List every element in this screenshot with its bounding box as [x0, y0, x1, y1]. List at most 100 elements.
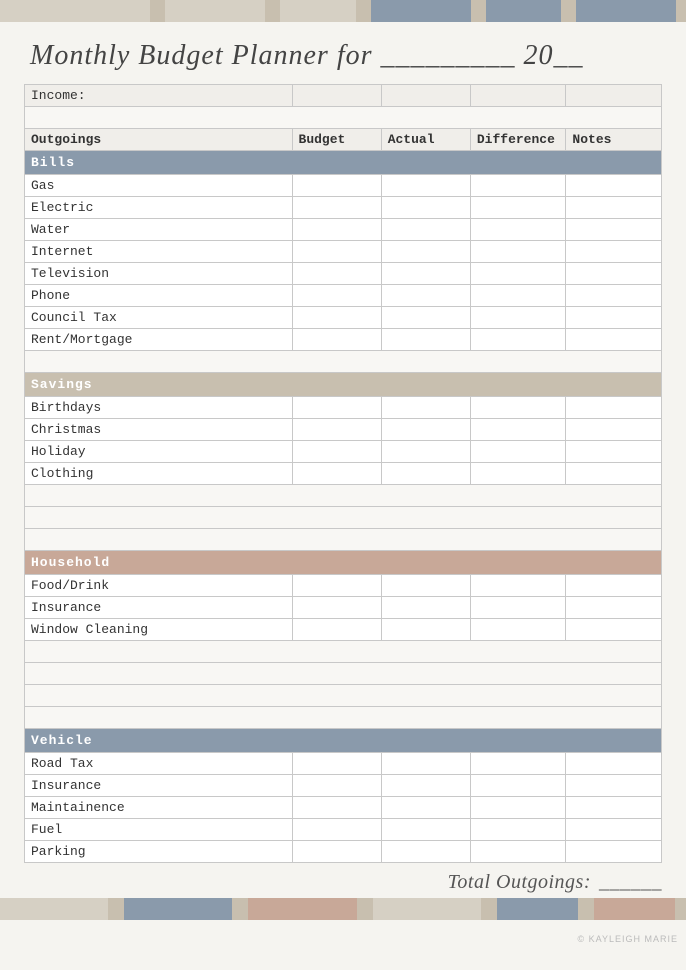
- item-diff[interactable]: [470, 241, 566, 263]
- table-row: Holiday: [25, 441, 662, 463]
- item-notes[interactable]: [566, 397, 662, 419]
- item-budget[interactable]: [292, 419, 381, 441]
- item-actual[interactable]: [381, 197, 470, 219]
- item-diff[interactable]: [470, 819, 566, 841]
- spacer-row: [25, 485, 662, 507]
- item-actual[interactable]: [381, 307, 470, 329]
- item-budget[interactable]: [292, 307, 381, 329]
- spacer-row: [25, 641, 662, 663]
- item-diff[interactable]: [470, 619, 566, 641]
- item-diff[interactable]: [470, 775, 566, 797]
- item-budget[interactable]: [292, 819, 381, 841]
- item-diff[interactable]: [470, 263, 566, 285]
- item-notes[interactable]: [566, 241, 662, 263]
- spacer-row: [25, 529, 662, 551]
- spacer-row: [25, 707, 662, 729]
- item-label: Rent/Mortgage: [25, 329, 293, 351]
- item-notes[interactable]: [566, 329, 662, 351]
- item-notes[interactable]: [566, 197, 662, 219]
- item-notes[interactable]: [566, 419, 662, 441]
- item-notes[interactable]: [566, 285, 662, 307]
- item-budget[interactable]: [292, 197, 381, 219]
- income-diff[interactable]: [470, 85, 566, 107]
- item-notes[interactable]: [566, 819, 662, 841]
- item-diff[interactable]: [470, 175, 566, 197]
- item-diff[interactable]: [470, 307, 566, 329]
- item-diff[interactable]: [470, 219, 566, 241]
- item-budget[interactable]: [292, 753, 381, 775]
- item-label: Maintainence: [25, 797, 293, 819]
- item-actual[interactable]: [381, 329, 470, 351]
- item-diff[interactable]: [470, 597, 566, 619]
- item-actual[interactable]: [381, 285, 470, 307]
- item-diff[interactable]: [470, 841, 566, 863]
- item-actual[interactable]: [381, 397, 470, 419]
- item-actual[interactable]: [381, 597, 470, 619]
- income-actual[interactable]: [381, 85, 470, 107]
- item-budget[interactable]: [292, 797, 381, 819]
- item-actual[interactable]: [381, 753, 470, 775]
- item-actual[interactable]: [381, 619, 470, 641]
- item-diff[interactable]: [470, 285, 566, 307]
- item-budget[interactable]: [292, 329, 381, 351]
- item-actual[interactable]: [381, 819, 470, 841]
- category-household-label: Household: [25, 551, 662, 575]
- item-actual[interactable]: [381, 241, 470, 263]
- item-budget[interactable]: [292, 175, 381, 197]
- item-notes[interactable]: [566, 797, 662, 819]
- item-budget[interactable]: [292, 775, 381, 797]
- item-notes[interactable]: [566, 597, 662, 619]
- item-budget[interactable]: [292, 619, 381, 641]
- item-diff[interactable]: [470, 329, 566, 351]
- item-notes[interactable]: [566, 619, 662, 641]
- item-notes[interactable]: [566, 841, 662, 863]
- table-row: Council Tax: [25, 307, 662, 329]
- item-actual[interactable]: [381, 419, 470, 441]
- item-budget[interactable]: [292, 575, 381, 597]
- table-row: Gas: [25, 175, 662, 197]
- item-notes[interactable]: [566, 219, 662, 241]
- item-diff[interactable]: [470, 753, 566, 775]
- item-budget[interactable]: [292, 263, 381, 285]
- item-budget[interactable]: [292, 441, 381, 463]
- item-actual[interactable]: [381, 263, 470, 285]
- item-diff[interactable]: [470, 463, 566, 485]
- item-diff[interactable]: [470, 397, 566, 419]
- item-actual[interactable]: [381, 841, 470, 863]
- item-actual[interactable]: [381, 175, 470, 197]
- item-notes[interactable]: [566, 175, 662, 197]
- item-label: Christmas: [25, 419, 293, 441]
- item-diff[interactable]: [470, 441, 566, 463]
- item-notes[interactable]: [566, 307, 662, 329]
- item-budget[interactable]: [292, 285, 381, 307]
- item-budget[interactable]: [292, 597, 381, 619]
- item-budget[interactable]: [292, 241, 381, 263]
- item-diff[interactable]: [470, 575, 566, 597]
- item-budget[interactable]: [292, 463, 381, 485]
- item-notes[interactable]: [566, 263, 662, 285]
- item-actual[interactable]: [381, 775, 470, 797]
- item-budget[interactable]: [292, 841, 381, 863]
- item-label: Insurance: [25, 597, 293, 619]
- item-notes[interactable]: [566, 753, 662, 775]
- item-notes[interactable]: [566, 775, 662, 797]
- item-notes[interactable]: [566, 463, 662, 485]
- item-notes[interactable]: [566, 575, 662, 597]
- item-diff[interactable]: [470, 419, 566, 441]
- item-actual[interactable]: [381, 219, 470, 241]
- income-notes[interactable]: [566, 85, 662, 107]
- item-diff[interactable]: [470, 797, 566, 819]
- item-actual[interactable]: [381, 441, 470, 463]
- top-bar: [0, 0, 686, 22]
- item-budget[interactable]: [292, 219, 381, 241]
- table-row: Food/Drink: [25, 575, 662, 597]
- income-budget[interactable]: [292, 85, 381, 107]
- item-actual[interactable]: [381, 797, 470, 819]
- item-actual[interactable]: [381, 463, 470, 485]
- item-diff[interactable]: [470, 197, 566, 219]
- item-actual[interactable]: [381, 575, 470, 597]
- item-notes[interactable]: [566, 441, 662, 463]
- total-value: ______: [599, 871, 662, 894]
- table-row: Road Tax: [25, 753, 662, 775]
- item-budget[interactable]: [292, 397, 381, 419]
